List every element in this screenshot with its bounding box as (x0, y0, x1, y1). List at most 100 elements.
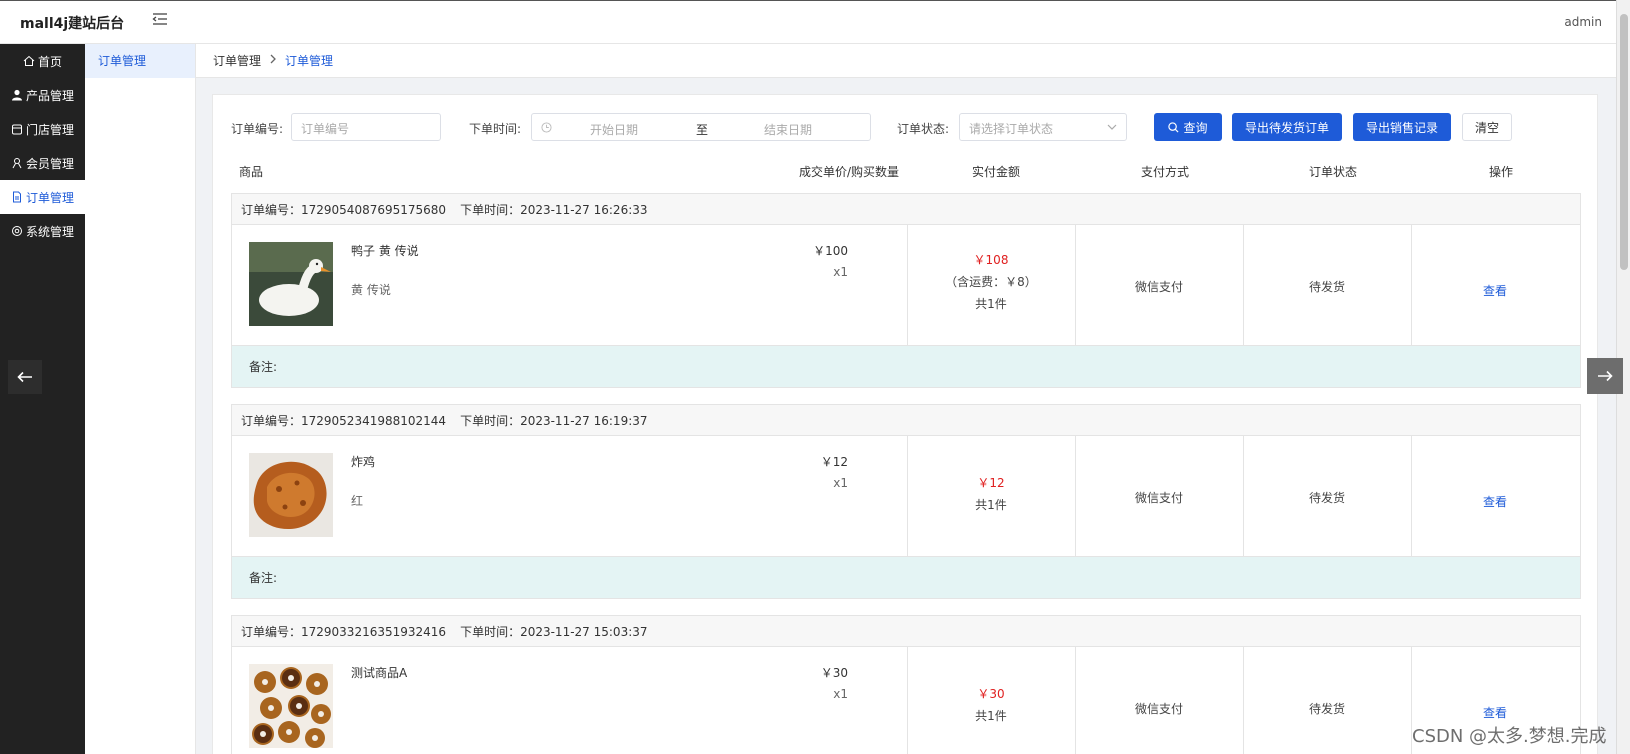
order-item-row: 鸭子 黄 传说 黄 传说 ￥100 x1 ￥108 （含运费：￥8） 共1件 微… (232, 225, 1580, 345)
search-icon (1168, 121, 1179, 133)
pay-method: 微信支付 (1134, 702, 1183, 716)
paid-amount: ￥30 (977, 687, 1005, 701)
order-remark: 备注: (232, 556, 1580, 598)
user-icon (11, 89, 22, 101)
submenu: 订单管理 (85, 44, 196, 754)
order-remark: 备注: (232, 345, 1580, 387)
paid-amount: ￥108 (973, 253, 1009, 267)
arrow-left-icon (17, 371, 32, 383)
view-order-link[interactable]: 查看 (1411, 282, 1579, 299)
product-sku: 红 (351, 494, 364, 508)
submenu-item-orders[interactable]: 订单管理 (85, 44, 195, 78)
query-button-label: 查询 (1183, 120, 1208, 135)
order-no-label: 订单编号: (231, 122, 284, 136)
sidebar-item-label: 首页 (37, 54, 62, 69)
order-number: 订单编号：1729033216351932416 (241, 624, 447, 639)
product-image-duck (249, 242, 333, 326)
home-icon (23, 55, 35, 66)
export-pending-button[interactable]: 导出待发货订单 (1232, 113, 1342, 141)
quantity: x1 (833, 265, 848, 279)
pay-method: 微信支付 (1134, 280, 1183, 294)
pay-method: 微信支付 (1134, 491, 1183, 505)
order-time: 下单时间：2023-11-27 16:19:37 (460, 413, 648, 428)
order-header: 订单编号：1729054087695175680 下单时间：2023-11-27… (232, 194, 1580, 225)
quantity: x1 (833, 476, 848, 490)
view-order-link[interactable]: 查看 (1411, 493, 1579, 510)
query-button[interactable]: 查询 (1154, 113, 1222, 141)
product-name: 炸鸡 (351, 455, 376, 469)
order-number: 订单编号：1729052341988102144 (241, 413, 447, 428)
product-name: 鸭子 黄 传说 (351, 244, 419, 258)
order-status-select[interactable]: 请选择订单状态 (959, 113, 1127, 141)
store-icon (11, 124, 22, 135)
start-date-input[interactable]: 开始日期 (590, 121, 638, 138)
order-card: 订单编号：1729052341988102144 下单时间：2023-11-27… (231, 404, 1581, 599)
sidebar-item-orders[interactable]: 订单管理 (0, 180, 85, 214)
gear-icon (11, 226, 22, 236)
product-image-fried-chicken (249, 453, 333, 537)
table-header: 商品 成交单价/购买数量 实付金额 支付方式 订单状态 操作 (231, 155, 1599, 185)
order-item-row: 炸鸡 红 ￥12 x1 ￥12 共1件 微信支付 待发货 查看 (232, 436, 1580, 556)
filter-bar: 订单编号: 订单编号 下单时间: 开始日期 至 结束日期 订单状态: 请选择订单… (213, 113, 1597, 141)
user-name[interactable]: admin (1564, 15, 1602, 29)
order-header: 订单编号：1729052341988102144 下单时间：2023-11-27… (232, 405, 1580, 436)
collapse-right-button[interactable] (1587, 358, 1623, 394)
order-status: 待发货 (1308, 491, 1345, 505)
product-sku: 黄 传说 (351, 283, 391, 297)
collapse-left-button[interactable] (8, 360, 42, 394)
scrollbar-thumb[interactable] (1620, 14, 1628, 270)
watermark: CSDN @太多.梦想.完成 (1412, 726, 1607, 747)
th-pay-method: 支付方式 (1141, 165, 1190, 179)
product-image-donuts (249, 664, 333, 748)
menu-fold-icon[interactable] (152, 12, 168, 26)
item-count: 共1件 (975, 709, 1007, 723)
sidebar-item-label: 产品管理 (25, 88, 74, 103)
th-status: 订单状态 (1309, 165, 1358, 179)
sidebar-item-label: 门店管理 (25, 122, 74, 137)
sidebar-item-label: 会员管理 (25, 156, 74, 171)
order-status-label: 订单状态: (897, 122, 950, 136)
order-status: 待发货 (1308, 280, 1345, 294)
chevron-down-icon (1107, 124, 1117, 130)
th-price-qty: 成交单价/购买数量 (799, 165, 900, 179)
th-paid: 实付金额 (972, 165, 1021, 179)
sidebar-item-stores[interactable]: 门店管理 (0, 112, 85, 146)
order-time-label: 下单时间: (469, 122, 522, 136)
order-header: 订单编号：1729033216351932416 下单时间：2023-11-27… (232, 616, 1580, 647)
th-action: 操作 (1489, 165, 1514, 179)
breadcrumb: 订单管理 订单管理 (196, 44, 1616, 78)
freight-note: （含运费：￥8） (945, 275, 1037, 289)
unit-price: ￥30 (820, 666, 848, 680)
breadcrumb-current: 订单管理 (285, 54, 334, 68)
sidebar-item-products[interactable]: 产品管理 (0, 78, 85, 112)
clear-button[interactable]: 清空 (1462, 113, 1512, 141)
sidebar-item-home[interactable]: 首页 (0, 44, 85, 78)
clock-icon (541, 122, 552, 133)
top-bar: mall4j建站后台 admin (0, 0, 1616, 44)
breadcrumb-parent[interactable]: 订单管理 (213, 52, 261, 69)
unit-price: ￥100 (813, 244, 848, 258)
chevron-right-icon (269, 54, 277, 67)
unit-price: ￥12 (820, 455, 848, 469)
sidebar-item-system[interactable]: 系统管理 (0, 214, 85, 248)
item-count: 共1件 (975, 297, 1007, 311)
end-date-input[interactable]: 结束日期 (764, 121, 812, 138)
view-order-link[interactable]: 查看 (1411, 704, 1579, 721)
order-status-placeholder: 请选择订单状态 (969, 122, 1054, 136)
date-range-separator: 至 (696, 123, 709, 137)
export-sales-button[interactable]: 导出销售记录 (1353, 113, 1451, 141)
order-time: 下单时间：2023-11-27 15:03:37 (460, 624, 648, 639)
product-name: 测试商品A (351, 666, 408, 680)
order-time: 下单时间：2023-11-27 16:26:33 (460, 202, 648, 217)
members-icon (12, 158, 22, 169)
sidebar: 首页 产品管理 门店管理 会员管理 订单管理 系统管理 (0, 44, 85, 754)
sidebar-item-label: 订单管理 (25, 190, 74, 205)
sidebar-item-label: 系统管理 (25, 224, 74, 239)
order-item-row: 测试商品A ￥30 x1 ￥30 共1件 微信支付 待发货 查看 (232, 647, 1580, 754)
order-list-card: 订单编号: 订单编号 下单时间: 开始日期 至 结束日期 订单状态: 请选择订单… (212, 94, 1598, 754)
date-range-picker[interactable]: 开始日期 至 结束日期 (531, 113, 871, 141)
order-status: 待发货 (1308, 702, 1345, 716)
order-no-input[interactable]: 订单编号 (291, 113, 441, 141)
sidebar-item-members[interactable]: 会员管理 (0, 146, 85, 180)
order-number: 订单编号：1729054087695175680 (241, 202, 447, 217)
